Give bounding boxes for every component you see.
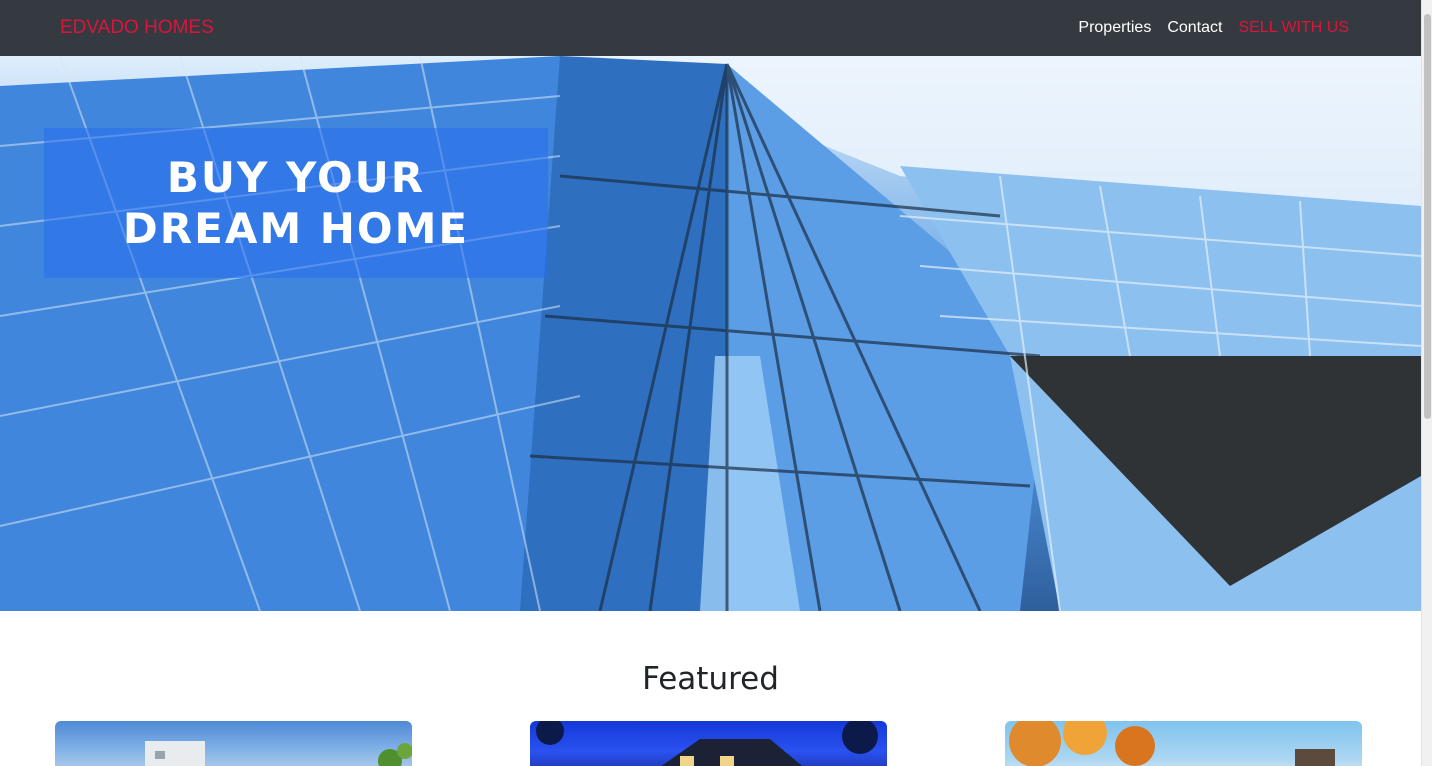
hero-title: BUY YOUR DREAM HOME	[122, 153, 470, 253]
property-image	[145, 741, 412, 766]
property-image	[536, 721, 878, 766]
scrollbar-thumb[interactable]	[1424, 14, 1431, 419]
nav-link-sell-with-us[interactable]: SELL WITH US	[1238, 18, 1349, 38]
featured-property-card[interactable]	[55, 721, 412, 766]
featured-heading: Featured	[642, 661, 779, 697]
nav-link-properties[interactable]: Properties	[1078, 18, 1151, 38]
page-scrollbar[interactable]	[1421, 0, 1432, 766]
featured-property-card[interactable]	[530, 721, 887, 766]
nav-link-contact[interactable]: Contact	[1167, 18, 1222, 38]
featured-property-card[interactable]	[1005, 721, 1362, 766]
top-navbar: EDVADO HOMES Properties Contact SELL WIT…	[0, 0, 1421, 56]
nav-links: Properties Contact SELL WITH US	[1078, 18, 1349, 38]
brand-logo-link[interactable]: EDVADO HOMES	[60, 16, 214, 40]
hero-banner: BUY YOUR DREAM HOME	[0, 56, 1421, 611]
property-image	[1009, 721, 1335, 766]
hero-title-box: BUY YOUR DREAM HOME	[44, 128, 548, 278]
